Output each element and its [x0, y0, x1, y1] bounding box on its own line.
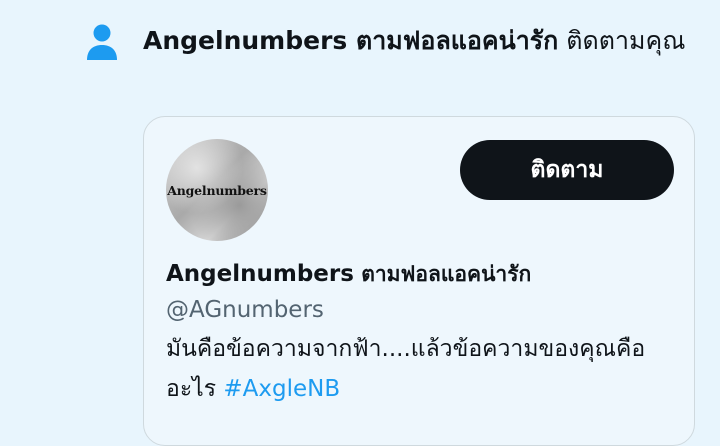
notification-action: ติดตามคุณ — [566, 26, 686, 55]
profile-name-secondary: ตามฟอลแอคน่ารัก — [361, 262, 532, 286]
notification-actor-name[interactable]: Angelnumbers ตามฟอลแอคน่ารัก — [143, 26, 558, 55]
profile-bio: มันคือข้อความจากฟ้า....แล้วข้อความของคุณ… — [166, 329, 666, 409]
follow-button[interactable]: ติดตาม — [460, 140, 674, 200]
profile-handle[interactable]: @AGnumbers — [166, 293, 324, 327]
avatar-logo: Angelnumbers — [167, 182, 267, 198]
person-icon — [84, 22, 120, 62]
notification-text: Angelnumbers ตามฟอลแอคน่ารัก ติดตามคุณ — [143, 20, 688, 61]
bio-hashtag-link[interactable]: #AxgleNB — [223, 376, 340, 402]
profile-display-name[interactable]: Angelnumbers ตามฟอลแอคน่ารัก — [166, 257, 531, 291]
profile-card[interactable]: Angelnumbers ติดตาม Angelnumbers ตามฟอลแ… — [143, 116, 695, 446]
avatar[interactable]: Angelnumbers — [166, 139, 268, 241]
profile-name-primary: Angelnumbers — [166, 261, 354, 287]
